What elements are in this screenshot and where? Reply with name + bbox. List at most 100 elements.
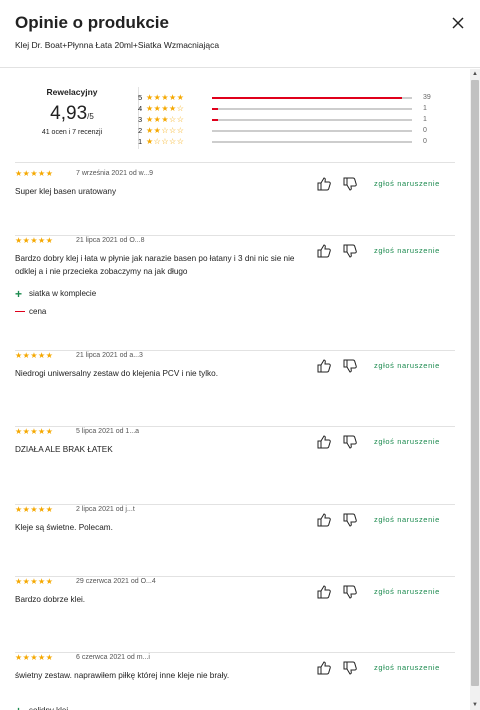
star-rating-icon: ★★★★★	[15, 427, 54, 436]
review-meta: 29 czerwca 2021 od O...4	[76, 578, 156, 585]
close-icon[interactable]	[449, 14, 467, 32]
report-button[interactable]: zgłoś naruszenie	[374, 246, 440, 255]
scroll-up-icon[interactable]: ▲	[470, 69, 480, 79]
review-meta: 21 lipca 2021 od O...8	[76, 237, 145, 244]
star-rating-icon: ★★★★★	[15, 505, 54, 514]
star-rating-icon: ★★★★★	[15, 351, 54, 360]
thumbs-up-icon[interactable]	[316, 584, 332, 600]
star-rating-icon: ★★★★☆	[146, 104, 185, 113]
review-meta: 5 lipca 2021 od 1...a	[76, 428, 140, 435]
scrollbar[interactable]: ▲ ▼	[470, 69, 480, 710]
review-text: Bardzo dobrze klei.	[15, 595, 86, 604]
rating-bar-row: 1 ★☆☆☆☆ 0	[138, 137, 458, 148]
thumbs-down-icon[interactable]	[342, 243, 358, 259]
rating-bar-row: 4 ★★★★☆ 1	[138, 104, 458, 115]
rating-bar-fill	[212, 108, 218, 110]
pro-label: siatka w komplecie	[29, 289, 97, 298]
report-button[interactable]: zgłoś naruszenie	[374, 587, 440, 596]
star-rating-icon: ★★★★★	[15, 236, 54, 245]
rating-bar-fill	[212, 119, 218, 121]
rating-bar-label: 5	[138, 93, 143, 102]
rating-distribution: 5 ★★★★★ 39 4 ★★★★☆ 1 3 ★★★☆☆ 1 2 ★★☆☆☆ 0 1 ★☆☆☆☆ 0	[138, 93, 458, 148]
rating-bar-track	[212, 141, 412, 143]
thumbs-down-icon[interactable]	[342, 512, 358, 528]
rating-bar-label: 2	[138, 126, 143, 135]
thumbs-down-icon[interactable]	[342, 176, 358, 192]
review-meta: 21 lipca 2021 od a...3	[76, 352, 143, 359]
dialog-header: Opinie o produkcie Klej Dr. Boat+Płynna …	[0, 0, 480, 68]
report-button[interactable]: zgłoś naruszenie	[374, 179, 440, 188]
scroll-down-icon[interactable]: ▼	[470, 700, 480, 710]
rating-bar-row: 5 ★★★★★ 39	[138, 93, 458, 104]
review-text: DZIAŁA ALE BRAK ŁATEK	[15, 445, 113, 454]
scrollbar-thumb[interactable]	[471, 80, 479, 686]
review-text: Super klej basen uratowany	[15, 187, 117, 196]
reviews-scroll-area[interactable]: Rewelacyjny 4,93/5 41 ocen i 7 recenzji …	[0, 69, 470, 710]
star-rating-icon: ★★☆☆☆	[146, 126, 185, 135]
thumbs-down-icon[interactable]	[342, 660, 358, 676]
review-meta: 7 września 2021 od w...9	[76, 170, 154, 177]
con-item: — cena	[15, 306, 215, 325]
rating-bar-track	[212, 130, 412, 132]
review-item: ★★★★★ 29 czerwca 2021 od O...4 Bardzo dobr…	[15, 577, 455, 653]
rating-bar-count: 39	[423, 94, 431, 101]
rating-bar-fill	[212, 97, 402, 99]
rating-bar-count: 0	[423, 127, 427, 134]
thumbs-up-icon[interactable]	[316, 176, 332, 192]
product-name: Klej Dr. Boat+Płynna Łata 20ml+Siatka Wz…	[15, 40, 220, 50]
rating-bar-count: 1	[423, 105, 427, 112]
star-rating-icon: ★☆☆☆☆	[146, 137, 185, 146]
thumbs-down-icon[interactable]	[342, 358, 358, 374]
rating-bar-row: 3 ★★★☆☆ 1	[138, 115, 458, 126]
thumbs-up-icon[interactable]	[316, 243, 332, 259]
rating-bar-label: 1	[138, 137, 143, 146]
rating-bar-track	[212, 119, 412, 121]
thumbs-down-icon[interactable]	[342, 584, 358, 600]
review-item: ★★★★★ 21 lipca 2021 od a...3 Niedrogi uniw…	[15, 351, 455, 427]
star-rating-icon: ★★★☆☆	[146, 115, 185, 124]
review-item: ★★★★★ 6 czerwca 2021 od m...i świetny zest…	[15, 653, 455, 710]
review-item: ★★★★★ 2 lipca 2021 od j...t Kleje są świet…	[15, 505, 455, 577]
report-button[interactable]: zgłoś naruszenie	[374, 361, 440, 370]
review-meta: 2 lipca 2021 od j...t	[76, 506, 135, 513]
pros-cons-list: + siatka w komplecie — cena	[15, 288, 215, 325]
thumbs-down-icon[interactable]	[342, 434, 358, 450]
score-value: 4,93	[50, 103, 88, 124]
pro-item: + solidny klej	[15, 705, 215, 710]
report-button[interactable]: zgłoś naruszenie	[374, 437, 440, 446]
page-title: Opinie o produkcie	[15, 13, 169, 32]
rating-word: Rewelacyjny	[46, 87, 98, 97]
thumbs-up-icon[interactable]	[316, 660, 332, 676]
pros-cons-list: + solidny klej	[15, 705, 215, 710]
score-suffix: /5	[87, 112, 94, 121]
star-rating-icon: ★★★★★	[15, 577, 54, 586]
review-text: Bardzo dobry klej i łata w płynie jak na…	[15, 254, 295, 276]
pro-item: + siatka w komplecie	[15, 288, 215, 307]
review-item: ★★★★★ 5 lipca 2021 od 1...a DZIAŁA ALE BRA…	[15, 427, 455, 505]
review-text: Kleje są świetne. Polecam.	[15, 523, 113, 532]
star-rating-icon: ★★★★★	[15, 169, 54, 178]
thumbs-up-icon[interactable]	[316, 358, 332, 374]
rating-summary: Rewelacyjny 4,93/5 41 ocen i 7 recenzji …	[15, 79, 455, 163]
review-meta: 6 czerwca 2021 od m...i	[76, 654, 150, 661]
star-rating-icon: ★★★★★	[15, 653, 54, 662]
star-rating-icon: ★★★★★	[146, 93, 185, 102]
report-button[interactable]: zgłoś naruszenie	[374, 663, 440, 672]
thumbs-up-icon[interactable]	[316, 512, 332, 528]
rating-bar-track	[212, 97, 412, 99]
average-score: 4,93/5	[15, 103, 129, 125]
rating-bar-row: 2 ★★☆☆☆ 0	[138, 126, 458, 137]
rating-bar-count: 0	[423, 138, 427, 145]
plus-icon: +	[15, 705, 22, 710]
rating-bar-track	[212, 108, 412, 110]
rating-bar-label: 4	[138, 104, 143, 113]
review-text: Niedrogi uniwersalny zestaw do klejenia …	[15, 369, 218, 378]
report-button[interactable]: zgłoś naruszenie	[374, 515, 440, 524]
minus-icon: —	[15, 306, 25, 317]
con-label: cena	[29, 307, 47, 316]
review-text: świetny zestaw. naprawiłem piłkę której …	[15, 671, 230, 680]
pro-label: solidny klej	[29, 706, 68, 710]
rating-bar-label: 3	[138, 115, 143, 124]
thumbs-up-icon[interactable]	[316, 434, 332, 450]
review-item: ★★★★★ 21 lipca 2021 od O...8 Bardzo dobry …	[15, 236, 455, 351]
